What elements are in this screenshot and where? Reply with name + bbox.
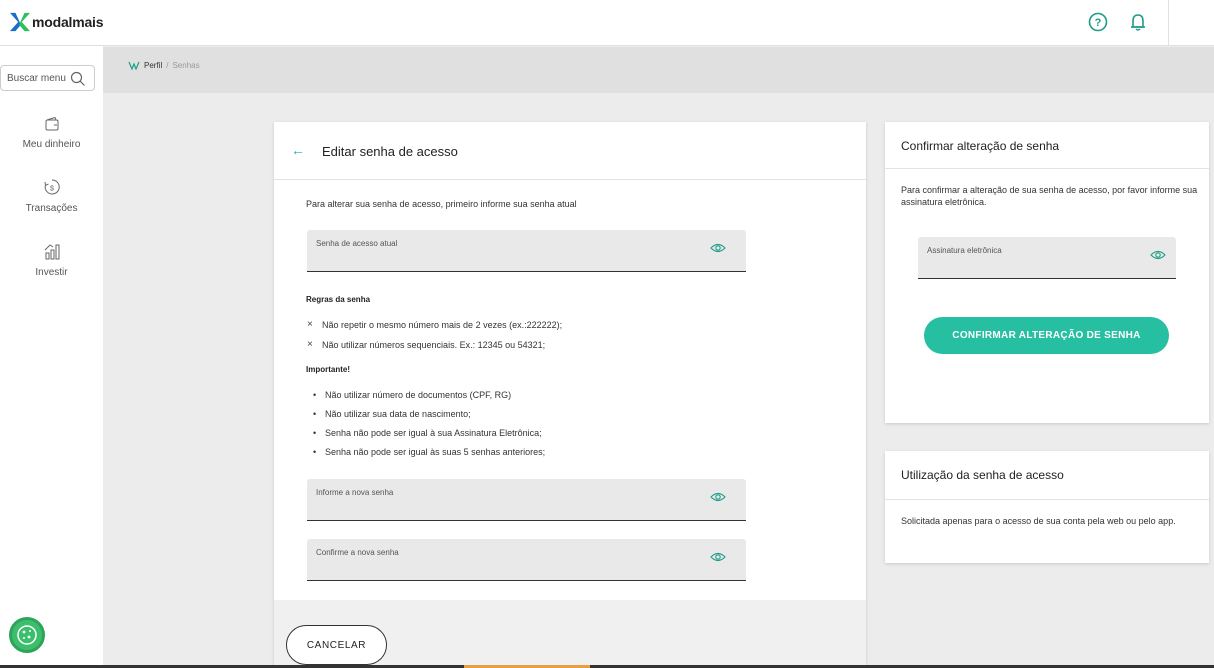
menu-search[interactable]: [0, 65, 95, 91]
usage-card-text: Solicitada apenas para o acesso de sua c…: [901, 516, 1176, 526]
brand-name: modalmais: [32, 14, 104, 30]
current-password-label: Senha de acesso atual: [316, 239, 398, 248]
cancel-button[interactable]: CANCELAR: [286, 625, 387, 665]
new-password-label: Informe a nova senha: [316, 488, 394, 497]
signature-label: Assinatura eletrônica: [927, 246, 1002, 255]
page-title: Editar senha de acesso: [322, 144, 458, 159]
sidebar-item-label: Investir: [35, 267, 68, 278]
cookie-icon: [17, 625, 37, 645]
sidebar-item-label: Meu dinheiro: [22, 139, 81, 150]
eye-icon[interactable]: [710, 242, 726, 254]
rules-title: Regras da senha: [306, 295, 371, 304]
rule-text: Não utilizar números sequenciais. Ex.: 1…: [322, 339, 546, 350]
important-item: Senha não pode ser igual às suas 5 senha…: [313, 447, 545, 457]
bell-icon[interactable]: [1127, 11, 1149, 33]
x-icon: ×: [307, 339, 313, 350]
x-icon: ×: [307, 319, 313, 330]
sidebar-item-investir[interactable]: Investir: [0, 242, 103, 278]
rule-item: × Não utilizar números sequenciais. Ex.:…: [307, 339, 545, 350]
confirm-change-button[interactable]: CONFIRMAR ALTERAÇÃO DE SENHA: [924, 317, 1169, 354]
edit-password-card: ← Editar senha de acesso Para alterar su…: [274, 122, 866, 668]
sidebar-item-label: Transações: [25, 203, 78, 214]
sidebar-item-transacoes[interactable]: $ Transações: [0, 178, 103, 214]
usage-card-title: Utilização da senha de acesso: [901, 468, 1064, 482]
modalmais-logo[interactable]: modalmais: [10, 12, 104, 32]
important-title: Importante!: [306, 365, 350, 374]
new-password-input[interactable]: [316, 499, 696, 511]
breadcrumb: Perfil / Senhas: [128, 61, 200, 70]
intro-text: Para alterar sua senha de acesso, primei…: [306, 199, 577, 209]
confirm-card-text: Para confirmar a alteração de sua senha …: [901, 185, 1198, 207]
sidebar-item-meu-dinheiro[interactable]: Meu dinheiro: [0, 116, 103, 150]
confirm-card-title: Confirmar alteração de senha: [901, 139, 1060, 153]
search-icon[interactable]: [70, 71, 86, 87]
current-password-input[interactable]: [316, 250, 696, 262]
usage-card-header: Utilização da senha de acesso: [885, 451, 1209, 500]
breadcrumb-band: Perfil / Senhas: [103, 47, 1214, 93]
sidebar: Meu dinheiro $ Transações Investir: [0, 46, 103, 668]
signature-field[interactable]: Assinatura eletrônica: [918, 237, 1176, 279]
top-bar: modalmais ?: [0, 0, 1214, 46]
signature-input[interactable]: [927, 257, 1127, 269]
invest-icon: [44, 244, 59, 260]
help-icon[interactable]: ?: [1087, 11, 1109, 33]
top-divider: [1168, 0, 1169, 46]
transactions-icon: $: [44, 179, 60, 195]
back-arrow-icon[interactable]: ←: [291, 142, 305, 158]
edit-card-footer: CANCELAR: [274, 600, 866, 668]
breadcrumb-senhas: Senhas: [172, 61, 200, 70]
eye-icon[interactable]: [1150, 249, 1166, 261]
important-item: Não utilizar número de documentos (CPF, …: [313, 390, 511, 400]
eye-icon[interactable]: [710, 491, 726, 503]
logo-mark-icon: [10, 12, 30, 32]
new-password-field[interactable]: Informe a nova senha: [307, 479, 746, 521]
confirm-password-field[interactable]: Confirme a nova senha: [307, 539, 746, 581]
usage-info-card: Utilização da senha de acesso Solicitada…: [885, 451, 1209, 563]
confirm-change-card: Confirmar alteração de senha Para confir…: [885, 122, 1209, 423]
svg-text:?: ?: [1095, 17, 1102, 29]
rule-text: Não repetir o mesmo número mais de 2 vez…: [322, 319, 563, 330]
wallet-icon: [45, 116, 58, 131]
cookie-settings-button[interactable]: [9, 617, 45, 653]
edit-card-header: ← Editar senha de acesso: [274, 122, 866, 180]
confirm-password-input[interactable]: [316, 559, 696, 571]
rule-item: × Não repetir o mesmo número mais de 2 v…: [307, 319, 562, 330]
important-item: Não utilizar sua data de nascimento;: [313, 409, 471, 419]
confirm-card-header: Confirmar alteração de senha: [885, 122, 1209, 169]
eye-icon[interactable]: [710, 551, 726, 563]
profile-icon: [128, 61, 140, 70]
menu-search-input[interactable]: [7, 72, 69, 84]
breadcrumb-separator: /: [166, 61, 169, 70]
confirm-password-label: Confirme a nova senha: [316, 548, 399, 557]
important-item: Senha não pode ser igual à sua Assinatur…: [313, 428, 542, 438]
breadcrumb-perfil[interactable]: Perfil: [144, 61, 162, 70]
svg-text:$: $: [50, 186, 54, 193]
current-password-field[interactable]: Senha de acesso atual: [307, 230, 746, 272]
